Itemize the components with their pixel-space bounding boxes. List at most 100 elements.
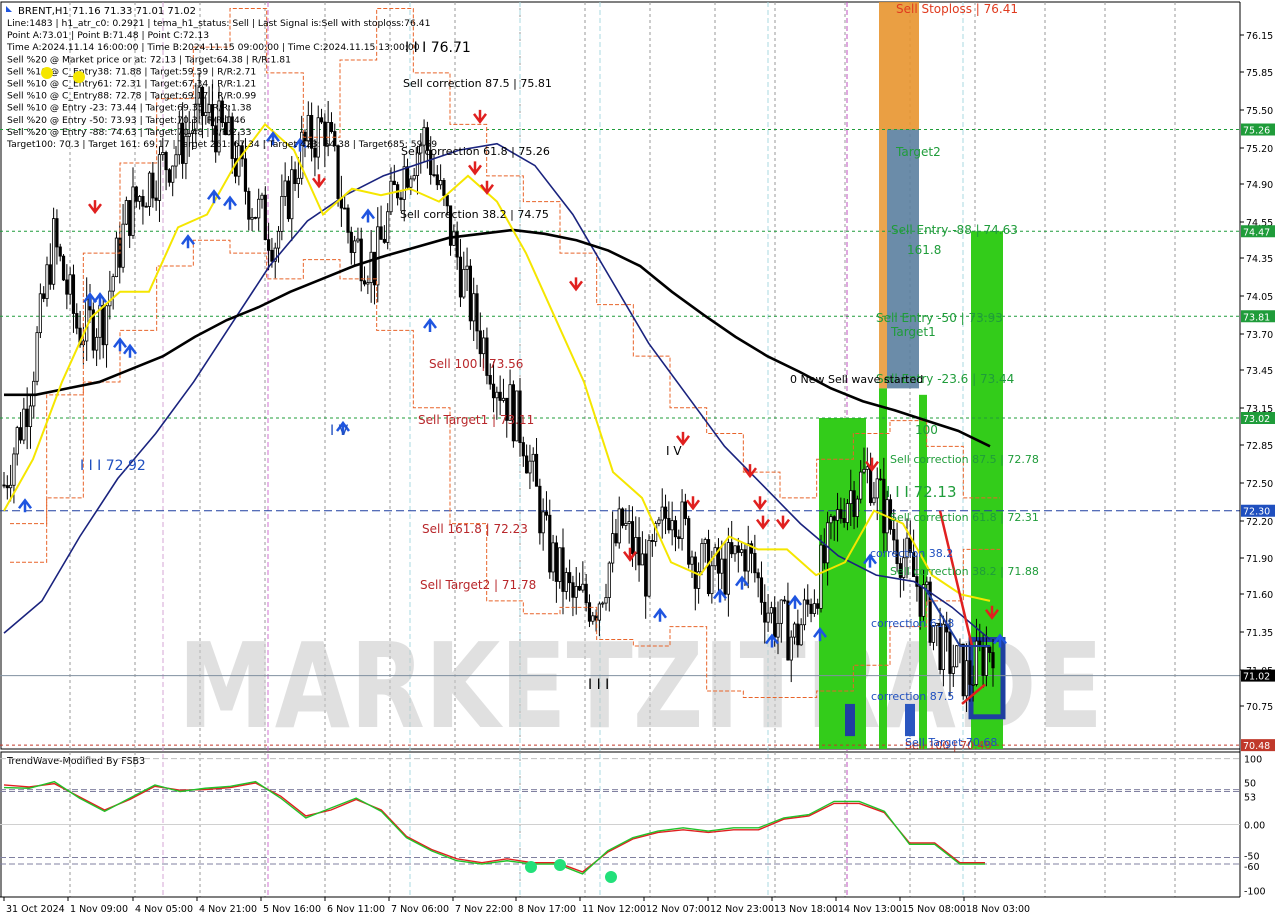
symbol-header: BRENT,H1 71.16 71.33 71.01 71.02 xyxy=(18,6,196,17)
candle-body xyxy=(951,666,955,674)
price-tick-label: 71.35 xyxy=(1246,628,1273,639)
candle-body xyxy=(541,511,545,534)
candle-body xyxy=(769,607,773,614)
candle-body xyxy=(875,478,879,499)
candle-body xyxy=(763,601,767,623)
price-tick-label: 76.15 xyxy=(1246,31,1273,42)
candle-body xyxy=(925,581,929,586)
chart-label: 100 xyxy=(915,423,938,437)
candle-body xyxy=(161,152,165,156)
chart-label: Sell correction 87.5 | 75.81 xyxy=(403,77,552,90)
indicator-title: TrendWave-Modified By FSB3 xyxy=(6,756,145,767)
chart-label: Sell Target 70.68 xyxy=(905,736,997,749)
oscillator-signal-dot xyxy=(73,71,85,83)
candle-body xyxy=(948,631,952,674)
indicator-tick-label: 50 xyxy=(1244,779,1256,790)
candle-body xyxy=(286,180,291,220)
chart-label: Sell correction 38.2 | 74.75 xyxy=(400,208,549,221)
chart-label: Sell Entry -50 | 73.93 xyxy=(876,311,1003,325)
candle-body xyxy=(144,205,148,208)
candle-body xyxy=(478,330,482,355)
candle-body xyxy=(634,537,638,554)
oscillator-signal-dot xyxy=(554,859,566,871)
candle-body xyxy=(832,516,836,521)
candle-body xyxy=(667,517,671,531)
candle-body xyxy=(276,230,281,249)
candle-body xyxy=(687,518,691,565)
candle-body xyxy=(918,585,922,617)
candle-body xyxy=(783,599,787,602)
candle-body xyxy=(723,558,727,595)
chart-label: Sell 161.8 | 72.23 xyxy=(422,522,528,536)
candle-body xyxy=(587,602,592,622)
candle-body xyxy=(759,577,764,603)
candle-body xyxy=(816,603,820,609)
candle-body xyxy=(174,154,178,167)
candle-body xyxy=(872,497,876,504)
price-tick-label: 74.05 xyxy=(1246,292,1273,303)
candle-body xyxy=(270,249,274,262)
candle-body xyxy=(101,304,105,346)
candle-body xyxy=(319,117,324,123)
candle-body xyxy=(607,562,611,598)
candle-body xyxy=(5,485,9,489)
candle-body xyxy=(45,264,49,299)
candle-body xyxy=(776,622,780,638)
price-tick-label: 75.20 xyxy=(1246,144,1273,155)
candle-body xyxy=(617,508,621,544)
candle-body xyxy=(554,542,558,582)
candle-body xyxy=(568,572,572,584)
time-axis-label: 1 Nov 09:00 xyxy=(70,904,128,915)
candle-body xyxy=(733,545,737,555)
candle-body xyxy=(134,186,138,202)
candle-body xyxy=(680,501,684,540)
candle-body xyxy=(855,498,859,517)
candle-body xyxy=(389,180,393,213)
candle-body xyxy=(65,279,69,295)
candle-body xyxy=(786,600,790,661)
candle-body xyxy=(984,646,988,676)
price-tick-label: 71.60 xyxy=(1246,590,1273,601)
candle-body xyxy=(18,427,23,441)
candle-body xyxy=(736,545,740,553)
candle-body xyxy=(822,544,826,564)
candle-body xyxy=(15,427,19,455)
candle-body xyxy=(157,154,162,201)
candle-body xyxy=(561,547,565,592)
indicator-tick-label: 0.00 xyxy=(1244,821,1265,832)
price-level-badge-label: 74.47 xyxy=(1243,227,1270,238)
candle-body xyxy=(386,211,390,243)
chart-label: Sell 100 | 73.56 xyxy=(429,357,523,371)
candle-body xyxy=(865,466,869,470)
candle-body xyxy=(71,274,76,314)
oscillator-signal-dot xyxy=(525,861,537,873)
chart-label: correction 87.5 xyxy=(871,690,954,703)
chart-label: Sell Target2 | 71.78 xyxy=(420,578,536,592)
indicator-tick-label: 53 xyxy=(1244,793,1256,804)
candle-body xyxy=(409,178,413,188)
candle-body xyxy=(491,383,496,399)
time-axis-label: 5 Nov 16:00 xyxy=(263,904,321,915)
price-tick-label: 75.50 xyxy=(1246,106,1273,117)
time-axis-label: 31 Oct 2024 xyxy=(6,904,65,915)
candle-body xyxy=(171,165,175,183)
candle-body xyxy=(68,274,72,295)
time-axis-label: 12 Nov 23:00 xyxy=(710,904,774,915)
candle-body xyxy=(753,552,757,574)
candle-body xyxy=(835,509,840,521)
candle-body xyxy=(849,490,853,505)
price-level-badge-label: 71.02 xyxy=(1243,672,1270,683)
candle-body xyxy=(95,336,99,351)
info-line: Sell %10 @ C_Entry88: 72.78 | Target:69.… xyxy=(7,91,256,102)
price-level-badge-label: 70.48 xyxy=(1243,741,1270,752)
candle-body xyxy=(329,122,334,132)
candle-body xyxy=(104,305,109,346)
candle-body xyxy=(412,175,416,180)
chart-label: correction 38.2 xyxy=(870,547,953,560)
candle-body xyxy=(624,523,628,526)
candle-body xyxy=(25,408,29,428)
candle-body xyxy=(544,511,549,516)
candle-body xyxy=(806,599,810,605)
candle-body xyxy=(981,645,985,676)
candle-body xyxy=(468,265,472,322)
